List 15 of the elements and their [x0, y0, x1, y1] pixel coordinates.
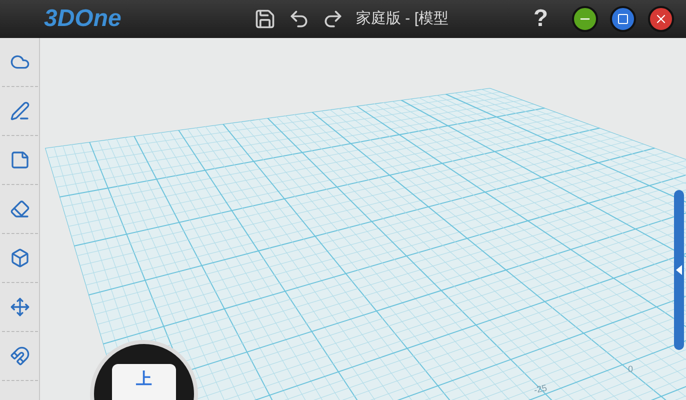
square-icon — [617, 13, 629, 25]
undo-icon[interactable] — [288, 8, 310, 30]
maximize-button[interactable] — [610, 6, 636, 32]
close-icon — [654, 12, 668, 26]
window-title: 家庭版 - [模型 — [356, 8, 450, 29]
help-button[interactable]: ? — [533, 1, 548, 37]
cube-face-label: 上 — [136, 370, 152, 390]
app-logo: 3DOne — [43, 4, 122, 34]
save-icon[interactable] — [254, 8, 276, 30]
minimize-button[interactable] — [572, 6, 598, 32]
grid-label: -25 — [532, 382, 548, 398]
close-button[interactable] — [648, 6, 674, 32]
caret-icon — [676, 265, 682, 275]
side-panel-handle[interactable] — [674, 190, 684, 350]
redo-icon[interactable] — [322, 8, 344, 30]
